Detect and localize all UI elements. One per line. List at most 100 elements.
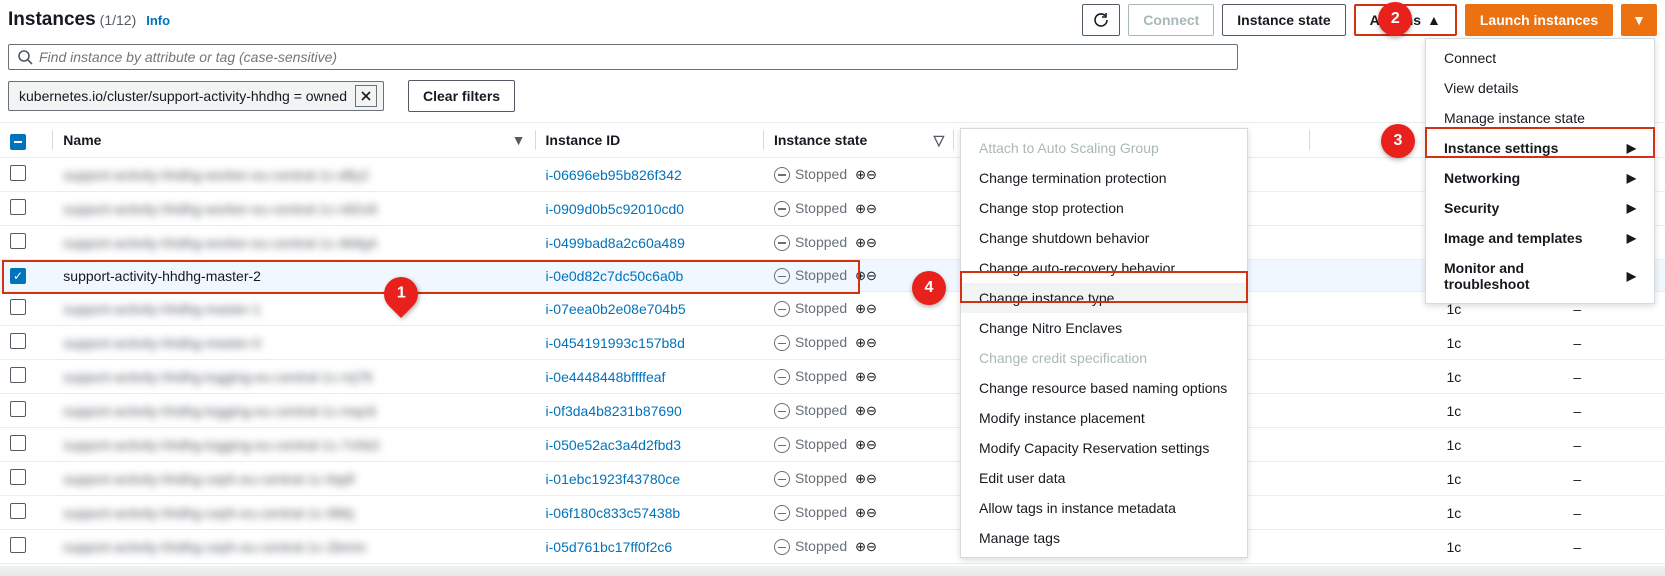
state-zoom-icons[interactable]: ⊕⊖ <box>855 403 877 419</box>
instance-id-link[interactable]: i-06696eb95b826f342 <box>546 167 682 183</box>
actions-menu-connect[interactable]: Connect <box>1426 43 1654 73</box>
submenu-instance-placement[interactable]: Modify instance placement <box>961 403 1247 433</box>
table-row[interactable]: support-activity-hhdhg-worker-eu-central… <box>0 158 1665 192</box>
row-checkbox[interactable] <box>10 503 26 519</box>
stopped-icon <box>774 335 790 351</box>
actions-menu-instance-settings[interactable]: Instance settings▶ <box>1426 133 1654 163</box>
actions-menu-security[interactable]: Security▶ <box>1426 193 1654 223</box>
alarm-status <box>1310 462 1437 496</box>
horizontal-scrollbar[interactable] <box>0 566 1665 576</box>
state-zoom-icons[interactable]: ⊕⊖ <box>855 268 877 284</box>
col-name[interactable]: Name▼ <box>53 123 535 158</box>
state-zoom-icons[interactable]: ⊕⊖ <box>855 539 877 555</box>
instance-id-link[interactable]: i-05d761bc17ff0f2c6 <box>546 539 673 555</box>
row-checkbox[interactable] <box>10 435 26 451</box>
submenu-manage-tags[interactable]: Manage tags <box>961 523 1247 553</box>
col-alarm[interactable] <box>1310 123 1437 158</box>
row-checkbox[interactable] <box>10 199 26 215</box>
stopped-icon <box>774 471 790 487</box>
instance-name: support-activity-hhdhg-logging-eu-centra… <box>63 369 372 385</box>
instance-id-link[interactable]: i-06f180c833c57438b <box>546 505 681 521</box>
clear-filters-button[interactable]: Clear filters <box>408 80 515 112</box>
submenu-capacity-reservation[interactable]: Modify Capacity Reservation settings <box>961 433 1247 463</box>
col-instance-id[interactable]: Instance ID <box>536 123 764 158</box>
instance-id-link[interactable]: i-0e4448448bffffeaf <box>546 369 666 385</box>
submenu-stop-protection[interactable]: Change stop protection <box>961 193 1247 223</box>
table-row[interactable]: support-activity-hhdhg-ceph-eu-central-1… <box>0 496 1665 530</box>
public-ip: – <box>1563 326 1665 360</box>
row-checkbox[interactable] <box>10 299 26 315</box>
row-checkbox[interactable] <box>10 537 26 553</box>
refresh-button[interactable] <box>1082 4 1120 36</box>
table-row[interactable]: support-activity-hhdhg-ceph-eu-central-1… <box>0 462 1665 496</box>
table-row[interactable]: support-activity-hhdhg-logging-eu-centra… <box>0 394 1665 428</box>
row-checkbox[interactable] <box>10 233 26 249</box>
availability-zone: 1c <box>1437 394 1564 428</box>
submenu-allow-tags-metadata[interactable]: Allow tags in instance metadata <box>961 493 1247 523</box>
table-row[interactable]: support-activity-hhdhg-worker-eu-central… <box>0 192 1665 226</box>
state-zoom-icons[interactable]: ⊕⊖ <box>855 201 877 217</box>
submenu-edit-user-data[interactable]: Edit user data <box>961 463 1247 493</box>
table-row[interactable]: support-activity-hhdhg-master-0i-0454191… <box>0 326 1665 360</box>
public-ip: – <box>1563 394 1665 428</box>
state-zoom-icons[interactable]: ⊕⊖ <box>855 301 877 317</box>
table-row[interactable]: support-activity-hhdhg-logging-eu-centra… <box>0 360 1665 394</box>
submenu-change-instance-type[interactable]: Change instance type <box>961 283 1247 313</box>
state-zoom-icons[interactable]: ⊕⊖ <box>855 167 877 183</box>
state-zoom-icons[interactable]: ⊕⊖ <box>855 505 877 521</box>
state-zoom-icons[interactable]: ⊕⊖ <box>855 235 877 251</box>
instance-state-text: Stopped <box>795 470 847 486</box>
state-zoom-icons[interactable]: ⊕⊖ <box>855 335 877 351</box>
alarm-status <box>1310 394 1437 428</box>
instance-id-link[interactable]: i-01ebc1923f43780ce <box>546 471 681 487</box>
table-row[interactable]: support-activity-hhdhg-ceph-eu-central-1… <box>0 530 1665 564</box>
row-checkbox[interactable] <box>10 401 26 417</box>
launch-instances-button[interactable]: Launch instances <box>1465 4 1613 36</box>
row-checkbox[interactable] <box>10 268 26 284</box>
instance-id-link[interactable]: i-07eea0b2e08e704b5 <box>546 301 686 317</box>
submenu-nitro-enclaves[interactable]: Change Nitro Enclaves <box>961 313 1247 343</box>
table-row[interactable]: support-activity-hhdhg-logging-eu-centra… <box>0 428 1665 462</box>
instance-id-link[interactable]: i-0f3da4b8231b87690 <box>546 403 682 419</box>
actions-menu-image-templates[interactable]: Image and templates▶ <box>1426 223 1654 253</box>
submenu-resource-naming[interactable]: Change resource based naming options <box>961 373 1247 403</box>
state-zoom-icons[interactable]: ⊕⊖ <box>855 471 877 487</box>
search-box[interactable] <box>8 44 1238 70</box>
filter-chip-remove[interactable] <box>355 85 377 107</box>
instance-state-text: Stopped <box>795 538 847 554</box>
state-zoom-icons[interactable]: ⊕⊖ <box>855 369 877 385</box>
instance-name: support-activity-hhdhg-ceph-eu-central-1… <box>63 471 354 487</box>
launch-instances-caret[interactable]: ▼ <box>1621 4 1657 36</box>
instance-state-button[interactable]: Instance state <box>1222 4 1345 36</box>
table-row[interactable]: support-activity-hhdhg-master-2i-0e0d82c… <box>0 260 1665 292</box>
stopped-icon <box>774 268 790 284</box>
actions-menu-view-details[interactable]: View details <box>1426 73 1654 103</box>
availability-zone: 1c <box>1437 326 1564 360</box>
actions-menu-manage-state[interactable]: Manage instance state <box>1426 103 1654 133</box>
actions-menu-monitor[interactable]: Monitor and troubleshoot▶ <box>1426 253 1654 299</box>
instances-table-wrap: Name▼ Instance ID Instance state▽ Instan… <box>0 122 1665 564</box>
instance-id-link[interactable]: i-0454191993c157b8d <box>546 335 685 351</box>
info-link[interactable]: Info <box>146 13 170 28</box>
stopped-icon <box>774 369 790 385</box>
search-input[interactable] <box>39 49 1229 65</box>
actions-menu: Connect View details Manage instance sta… <box>1425 38 1655 304</box>
filter-chip-text: kubernetes.io/cluster/support-activity-h… <box>19 88 347 104</box>
instance-id-link[interactable]: i-0e0d82c7dc50c6a0b <box>546 268 684 284</box>
row-checkbox[interactable] <box>10 333 26 349</box>
row-checkbox[interactable] <box>10 469 26 485</box>
select-all-checkbox[interactable] <box>10 134 26 150</box>
col-instance-state[interactable]: Instance state▽ <box>764 123 954 158</box>
row-checkbox[interactable] <box>10 367 26 383</box>
actions-menu-networking[interactable]: Networking▶ <box>1426 163 1654 193</box>
instance-id-link[interactable]: i-0909d0b5c92010cd0 <box>546 201 685 217</box>
submenu-shutdown-behavior[interactable]: Change shutdown behavior <box>961 223 1247 253</box>
row-checkbox[interactable] <box>10 165 26 181</box>
table-row[interactable]: support-activity-hhdhg-master-1i-07eea0b… <box>0 292 1665 326</box>
instance-id-link[interactable]: i-050e52ac3a4d2fbd3 <box>546 437 681 453</box>
submenu-termination-protection[interactable]: Change termination protection <box>961 163 1247 193</box>
instance-id-link[interactable]: i-0499bad8a2c60a489 <box>546 235 685 251</box>
submenu-auto-recovery[interactable]: Change auto-recovery behavior <box>961 253 1247 283</box>
state-zoom-icons[interactable]: ⊕⊖ <box>855 437 877 453</box>
table-row[interactable]: support-activity-hhdhg-worker-eu-central… <box>0 226 1665 260</box>
